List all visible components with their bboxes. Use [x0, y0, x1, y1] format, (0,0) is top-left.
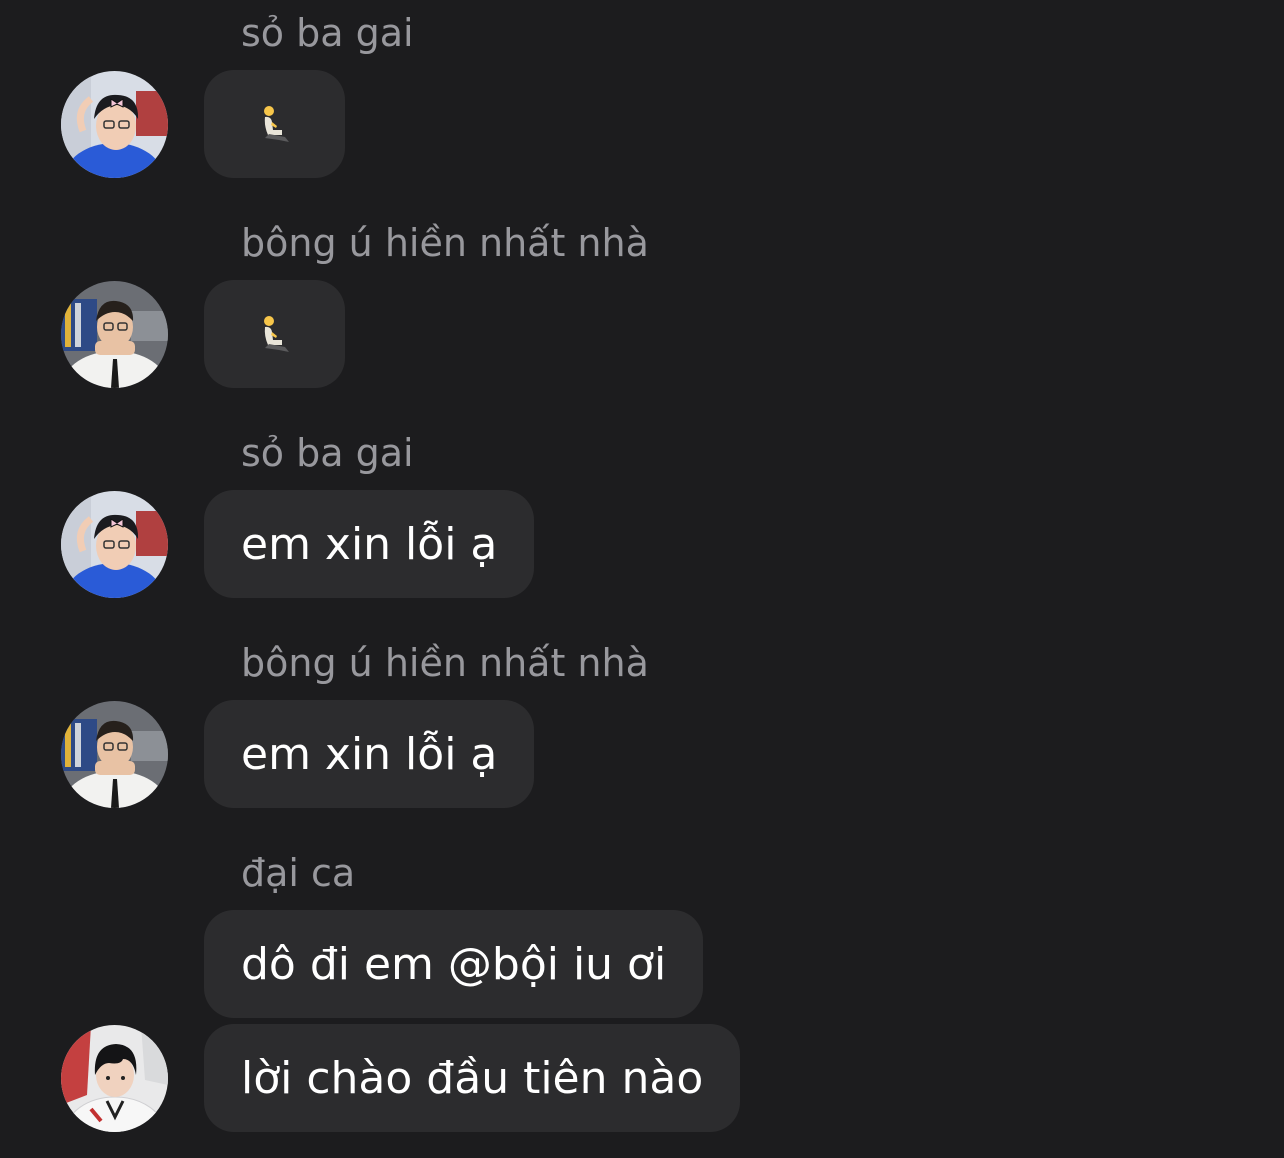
- message-text: em xin lỗi ạ: [241, 728, 498, 780]
- avatar[interactable]: [61, 281, 168, 388]
- avatar-white-shirt-icon: [61, 281, 168, 388]
- message-bubble[interactable]: dô đi em @bội iu ơi: [204, 910, 704, 1018]
- avatar-white-shirt-icon: [61, 701, 168, 808]
- sender-name: sỏ ba gai: [241, 11, 414, 55]
- avatar[interactable]: [61, 1025, 168, 1132]
- avatar-white-jacket-icon: [61, 1025, 168, 1132]
- avatar[interactable]: [61, 491, 168, 598]
- kneeling-person-emoji-icon: [263, 106, 289, 142]
- message-bubble[interactable]: em xin lỗi ạ: [204, 490, 535, 598]
- message-bubble[interactable]: [204, 70, 345, 178]
- kneeling-person-emoji-icon: [263, 316, 289, 352]
- avatar[interactable]: [61, 701, 168, 808]
- avatar-blue-shirt-icon: [61, 71, 168, 178]
- message-text: dô đi em @bội iu ơi: [241, 938, 667, 990]
- message-bubble[interactable]: [204, 280, 345, 388]
- message-text: em xin lỗi ạ: [241, 518, 498, 570]
- message-bubble[interactable]: lời chào đầu tiên nào: [204, 1024, 741, 1132]
- message-text: lời chào đầu tiên nào: [241, 1052, 704, 1104]
- chat-thread: sỏ ba gai bông ú hiền nhất nhà sỏ ba gai…: [0, 0, 1284, 1158]
- sender-name: sỏ ba gai: [241, 431, 414, 475]
- sender-name: đại ca: [241, 851, 356, 895]
- sender-name: bông ú hiền nhất nhà: [241, 221, 649, 265]
- avatar[interactable]: [61, 71, 168, 178]
- message-bubble[interactable]: em xin lỗi ạ: [204, 700, 535, 808]
- avatar-blue-shirt-icon: [61, 491, 168, 598]
- sender-name: bông ú hiền nhất nhà: [241, 641, 649, 685]
